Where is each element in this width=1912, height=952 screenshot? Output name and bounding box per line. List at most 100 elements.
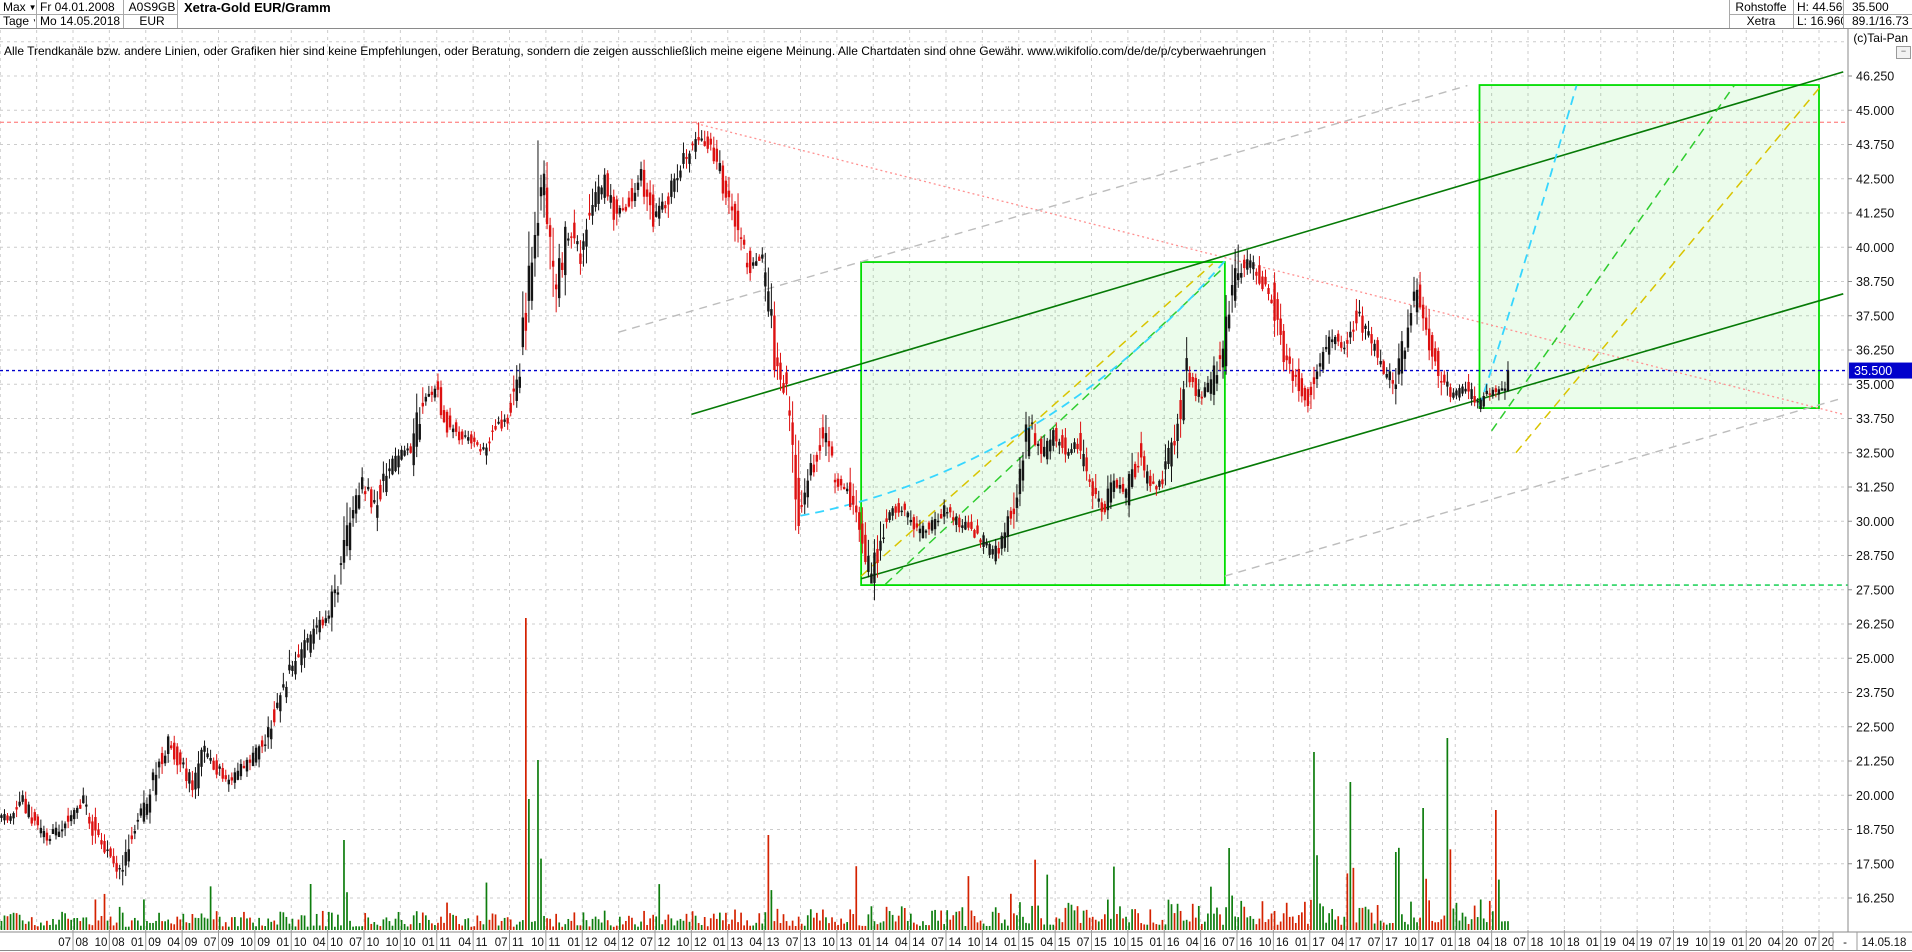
time-tick-label: 11	[439, 937, 451, 949]
time-tick-label: 13	[839, 937, 852, 949]
last-price-badge-text: 35.500	[1854, 364, 1892, 378]
trend-channel-boxes[interactable]	[861, 85, 1819, 585]
chart-canvas[interactable]: 46.25045.00043.75042.50041.25040.00038.7…	[0, 0, 1912, 952]
time-tick-label: 07	[1804, 937, 1817, 949]
time-tick-label: 11	[512, 937, 524, 949]
time-tick-label: 07	[640, 937, 653, 949]
time-tick-label: 18	[1531, 937, 1544, 949]
time-tick-label: 08	[76, 937, 89, 949]
price-tick-label: 22.500	[1856, 720, 1894, 734]
time-tick-label: 16	[1203, 937, 1216, 949]
time-tick-label: 10	[968, 937, 981, 949]
time-axis[interactable]: 0708100801090409070910090110041007101010…	[0, 930, 1912, 951]
time-tick-label: 10	[1695, 937, 1708, 949]
collapse-icon[interactable]: −	[1896, 46, 1911, 59]
volume-bars	[1, 618, 1508, 930]
time-tick-label: 16	[1276, 937, 1289, 949]
time-tick-label: 14	[912, 937, 925, 949]
time-tick-label: 04	[313, 937, 326, 949]
time-tick-label: 10	[367, 937, 380, 949]
time-tick-label: 08	[112, 937, 125, 949]
time-axis-separator: -	[1843, 937, 1847, 949]
price-tick-label: 26.250	[1856, 618, 1894, 632]
price-tick-label: 20.000	[1856, 789, 1894, 803]
price-tick-label: 21.250	[1856, 755, 1894, 769]
time-tick-label: 17	[1349, 937, 1362, 949]
price-tick-label: 25.000	[1856, 652, 1894, 666]
time-tick-label: 01	[1149, 937, 1162, 949]
time-tick-label: 07	[1222, 937, 1235, 949]
time-tick-label: 18	[1567, 937, 1580, 949]
time-tick-label: 10	[386, 937, 399, 949]
price-axis[interactable]: 46.25045.00043.75042.50041.25040.00038.7…	[1848, 28, 1912, 951]
time-tick-label: 07	[495, 937, 508, 949]
time-tick-label: 10	[531, 937, 544, 949]
price-tick-label: 43.750	[1856, 138, 1894, 152]
time-tick-label: 10	[1113, 937, 1126, 949]
price-tick-label: 40.000	[1856, 241, 1894, 255]
time-tick-label: 10	[330, 937, 343, 949]
time-tick-label: 12	[694, 937, 707, 949]
time-tick-label: 10	[1550, 937, 1563, 949]
time-tick-label: 13	[803, 937, 816, 949]
time-tick-label: 15	[1094, 937, 1107, 949]
time-tick-label: 17	[1385, 937, 1398, 949]
price-tick-label: 42.500	[1856, 172, 1894, 186]
disclaimer-text: Alle Trendkanäle bzw. andere Linien, ode…	[4, 44, 1266, 58]
time-tick-label: 04	[1331, 937, 1344, 949]
time-tick-label: 10	[95, 937, 108, 949]
time-tick-label: 18	[1494, 937, 1507, 949]
time-tick-label: 16	[1167, 937, 1180, 949]
trend-box-2018-2020[interactable]	[1480, 85, 1820, 408]
time-tick-label: 20	[1785, 937, 1798, 949]
time-tick-label: 07	[1368, 937, 1381, 949]
plot-area[interactable]	[0, 72, 1848, 930]
time-tick-label: 10	[677, 937, 690, 949]
time-tick-label: 09	[257, 937, 270, 949]
price-tick-label: 18.750	[1856, 823, 1894, 837]
time-tick-label: 10	[1259, 937, 1272, 949]
copyright-label: (c)Tai-Pan	[1853, 31, 1908, 45]
time-tick-label: 13	[730, 937, 743, 949]
time-tick-label: 04	[1622, 937, 1635, 949]
price-tick-label: 36.250	[1856, 344, 1894, 358]
time-tick-label: 07	[58, 937, 71, 949]
time-tick-label: 14	[876, 937, 889, 949]
time-tick-label: 01	[713, 937, 726, 949]
time-tick-label: 01	[422, 937, 435, 949]
time-tick-label: 16	[1240, 937, 1253, 949]
time-tick-label: 01	[858, 937, 871, 949]
time-tick-label: 07	[931, 937, 944, 949]
price-tick-label: 37.500	[1856, 309, 1894, 323]
time-tick-label: 20	[1822, 937, 1835, 949]
time-tick-label: 07	[786, 937, 799, 949]
time-tick-label: 04	[1477, 937, 1490, 949]
price-tick-label: 41.250	[1856, 207, 1894, 221]
time-tick-label: 17	[1421, 937, 1434, 949]
price-tick-label: 16.250	[1856, 892, 1894, 906]
time-tick-label: 11	[548, 937, 560, 949]
time-tick-label: 04	[458, 937, 471, 949]
time-tick-label: 04	[1040, 937, 1053, 949]
end-date-label: 14.05.18	[1862, 937, 1907, 949]
time-tick-label: 01	[1731, 937, 1744, 949]
time-tick-label: 01	[276, 937, 289, 949]
time-tick-label: 20	[1749, 937, 1762, 949]
time-tick-label: 04	[1768, 937, 1781, 949]
price-tick-label: 31.250	[1856, 481, 1894, 495]
price-tick-label: 27.500	[1856, 583, 1894, 597]
time-tick-label: 15	[1058, 937, 1071, 949]
time-tick-label: 18	[1458, 937, 1471, 949]
time-tick-label: 04	[1186, 937, 1199, 949]
time-tick-label: 10	[403, 937, 416, 949]
price-tick-label: 38.750	[1856, 275, 1894, 289]
time-tick-label: 09	[185, 937, 198, 949]
time-tick-label: 11	[476, 937, 488, 949]
time-tick-label: 10	[294, 937, 307, 949]
time-tick-label: 07	[1513, 937, 1526, 949]
taipan-chart-window: Max▼ Fr 04.01.2008 A0S9GB Xetra-Gold EUR…	[0, 0, 1912, 952]
time-tick-label: 12	[658, 937, 671, 949]
time-tick-label: 01	[1004, 937, 1017, 949]
time-tick-label: 01	[1440, 937, 1453, 949]
time-tick-label: 01	[567, 937, 580, 949]
